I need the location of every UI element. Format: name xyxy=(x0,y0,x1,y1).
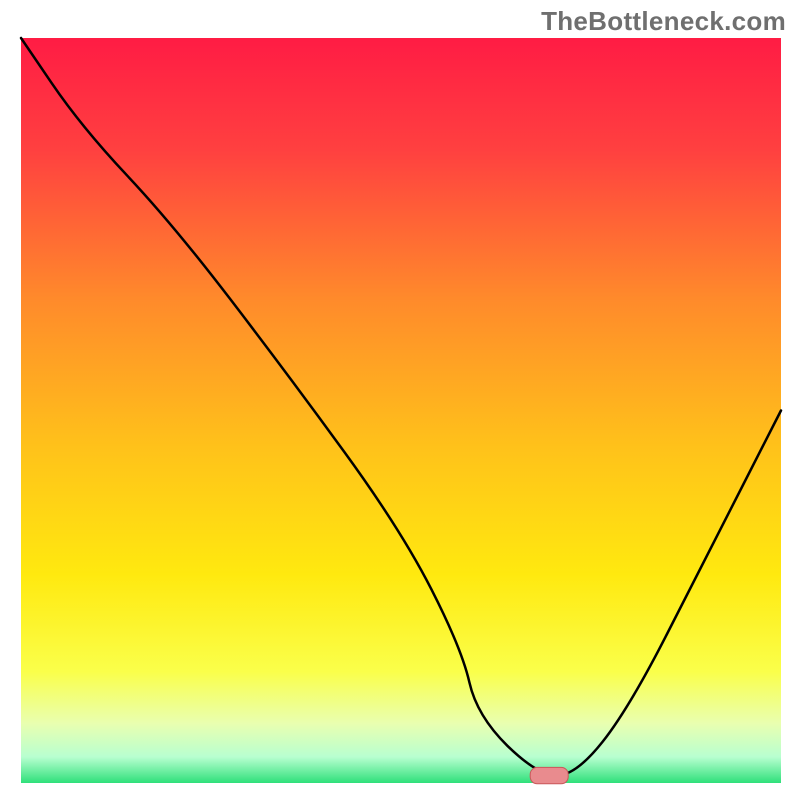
plot-background xyxy=(21,38,781,783)
optimal-marker xyxy=(530,767,568,783)
chart-svg xyxy=(0,0,800,800)
bottleneck-chart: TheBottleneck.com xyxy=(0,0,800,800)
watermark-text: TheBottleneck.com xyxy=(541,6,786,37)
